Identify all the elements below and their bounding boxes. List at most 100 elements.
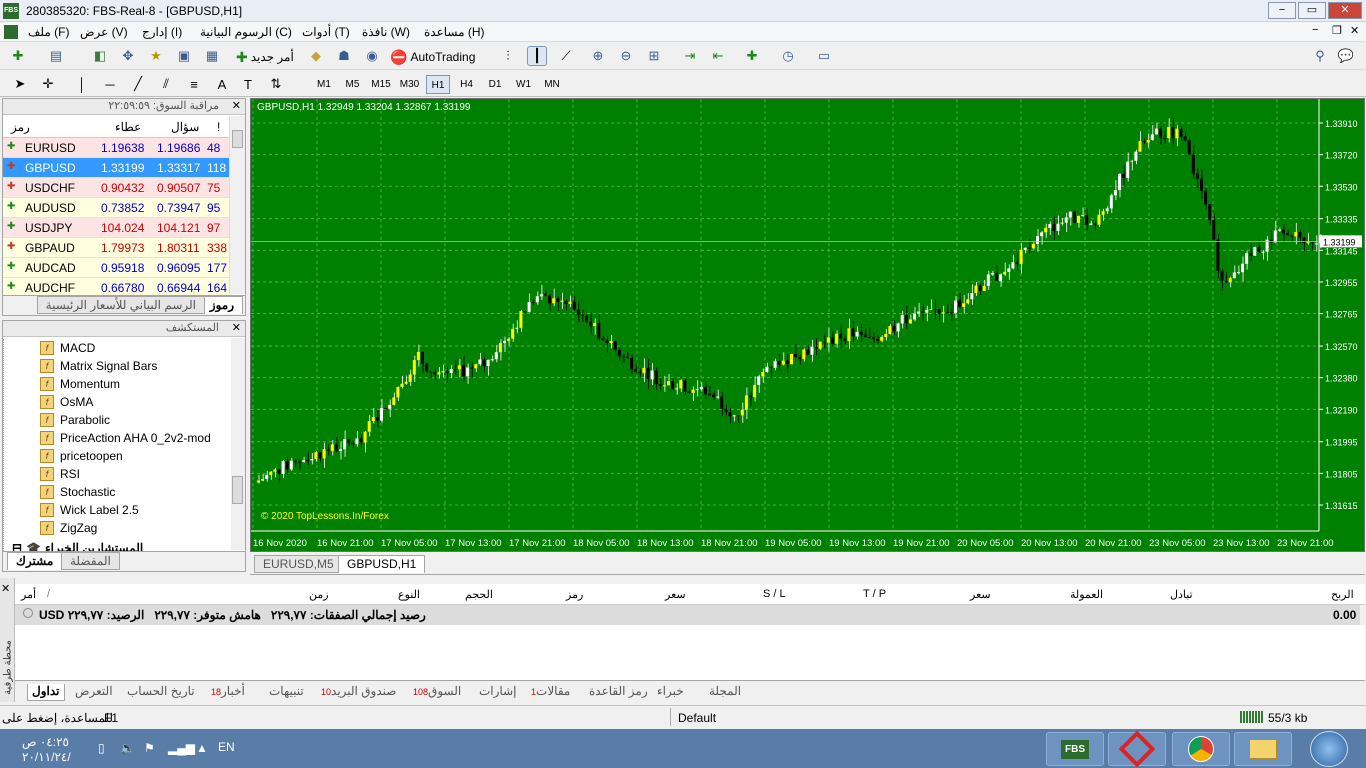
- col-price2[interactable]: سعر: [970, 588, 991, 601]
- terminal-tab[interactable]: إشارات: [475, 684, 520, 701]
- search-icon[interactable]: ⚲: [1310, 46, 1330, 66]
- menu-window[interactable]: نافذة (W): [362, 25, 410, 39]
- market-watch-row[interactable]: ✚ AUDUSD 0.73852 0.73947 95: [3, 198, 229, 218]
- zoom-out-icon[interactable]: ⊖: [616, 46, 636, 66]
- menu-view[interactable]: عرض (V): [80, 25, 128, 39]
- signals-icon[interactable]: ☗: [334, 46, 354, 66]
- profiles-icon[interactable]: ▤: [46, 46, 66, 66]
- navigator-experts-folder[interactable]: ⊟ 🎓 المستشارين الخبراء: [12, 539, 143, 551]
- battery-icon[interactable]: ▯: [98, 741, 105, 755]
- horizontal-line-icon[interactable]: ─: [100, 74, 120, 94]
- navigator-indicator-item[interactable]: f pricetoopen: [40, 447, 230, 465]
- templates-icon[interactable]: ▭: [814, 46, 834, 66]
- navigator-indicator-item[interactable]: f ZigZag: [40, 519, 230, 537]
- market-watch-row[interactable]: ✚ GBPAUD 1.79973 1.80311 338: [3, 238, 229, 258]
- terminal-tab[interactable]: تنبيهات: [265, 684, 308, 701]
- fbs-taskbar-button[interactable]: FBS: [1046, 732, 1104, 766]
- navigator-indicator-item[interactable]: f PriceAction AHA 0_2v2-mod: [40, 429, 230, 447]
- symbol-header[interactable]: رمز: [11, 120, 30, 134]
- menu-help[interactable]: مساعدة (H): [424, 25, 485, 39]
- spread-header[interactable]: !: [217, 120, 220, 134]
- fibonacci-icon[interactable]: ≡: [184, 74, 204, 94]
- col-price[interactable]: سعر: [665, 588, 686, 601]
- timeframe-m30[interactable]: M30: [398, 75, 422, 94]
- navigator-icon[interactable]: ★: [146, 46, 166, 66]
- vertical-line-icon[interactable]: │: [72, 74, 92, 94]
- language-indicator[interactable]: EN: [218, 740, 235, 754]
- ask-header[interactable]: سؤال: [171, 120, 199, 134]
- terminal-tab[interactable]: السوق108: [407, 684, 465, 701]
- col-type[interactable]: النوع: [398, 588, 420, 601]
- col-swap[interactable]: تبادل: [1170, 588, 1193, 601]
- menu-charts[interactable]: الرسوم البيانية (C): [200, 25, 292, 39]
- timeframe-w1[interactable]: W1: [512, 75, 536, 94]
- navigator-scrollbar[interactable]: [231, 338, 245, 550]
- market-watch-row[interactable]: ✚ EURUSD 1.19638 1.19686 48: [3, 138, 229, 158]
- collapse-icon[interactable]: ⊟: [12, 541, 22, 551]
- equidistant-channel-icon[interactable]: ⫽: [156, 74, 176, 94]
- navigator-indicator-item[interactable]: f OsMA: [40, 393, 230, 411]
- strategy-tester-icon[interactable]: ▦: [202, 46, 222, 66]
- col-profit[interactable]: الربح: [1331, 588, 1354, 601]
- data-window-icon[interactable]: ✥: [118, 46, 138, 66]
- marketplace-icon[interactable]: ◉: [362, 46, 382, 66]
- line-chart-icon[interactable]: ⟋: [556, 46, 576, 66]
- close-icon[interactable]: ✕: [232, 321, 241, 334]
- terminal-tab[interactable]: تداول: [27, 684, 65, 701]
- navigator-indicator-item[interactable]: f Stochastic: [40, 483, 230, 501]
- doc-close-icon[interactable]: ✕: [1350, 24, 1359, 37]
- terminal-tab[interactable]: أخبار18: [205, 684, 249, 701]
- menu-insert[interactable]: إدارج (I): [142, 25, 182, 39]
- doc-minimize-icon[interactable]: −: [1312, 24, 1318, 36]
- trendline-icon[interactable]: ╱: [128, 74, 148, 94]
- navigator-indicator-item[interactable]: f MACD: [40, 339, 230, 357]
- arrows-icon[interactable]: ⇅: [266, 74, 286, 94]
- col-sl[interactable]: S / L: [763, 588, 786, 600]
- tab-gbpusd-h1[interactable]: GBPUSD,H1: [338, 555, 426, 573]
- navigator-indicator-item[interactable]: f Wick Label 2.5: [40, 501, 230, 519]
- bid-header[interactable]: عطاء: [115, 120, 141, 134]
- chart-canvas[interactable]: 1.33910 1.33720 1.33530 1.33335 1.33145 1.329…: [251, 99, 1364, 551]
- timeframe-h1[interactable]: H1: [426, 75, 450, 94]
- col-tp[interactable]: T / P: [863, 588, 886, 600]
- navigator-indicator-item[interactable]: f Parabolic: [40, 411, 230, 429]
- navigator-indicator-item[interactable]: f Matrix Signal Bars: [40, 357, 230, 375]
- close-button[interactable]: ✕: [1328, 2, 1362, 19]
- start-button[interactable]: [1310, 731, 1348, 767]
- chrome-taskbar-button[interactable]: [1172, 732, 1230, 766]
- tab-tick-chart[interactable]: الرسم البياني للأسعار الرئيسية: [36, 296, 205, 314]
- market-watch-row[interactable]: ✚ AUDCAD 0.95918 0.96095 177: [3, 258, 229, 278]
- terminal-tab[interactable]: التعرض: [71, 684, 117, 701]
- market-watch-row[interactable]: ✚ USDJPY 104.024 104.121 97: [3, 218, 229, 238]
- menu-file[interactable]: ملف (F): [28, 25, 69, 39]
- navigator-indicator-item[interactable]: f Momentum: [40, 375, 230, 393]
- tab-common[interactable]: مشترك: [7, 552, 63, 570]
- close-icon[interactable]: ✕: [232, 99, 241, 112]
- market-watch-scrollbar[interactable]: [229, 116, 245, 294]
- terminal-tab[interactable]: تاريخ الحساب: [123, 684, 199, 701]
- label-icon[interactable]: T: [238, 74, 258, 94]
- tile-windows-icon[interactable]: ⊞: [644, 46, 664, 66]
- scroll-thumb[interactable]: [232, 130, 243, 148]
- auto-scroll-icon[interactable]: ⇥: [680, 46, 700, 66]
- market-watch-row[interactable]: ✚ GBPUSD 1.33199 1.33317 118: [3, 158, 229, 178]
- network-icon[interactable]: ▂▄▆: [168, 741, 195, 755]
- candlestick-icon[interactable]: ┃: [527, 46, 547, 66]
- tab-symbols[interactable]: رموز: [200, 296, 243, 314]
- chat-icon[interactable]: 💬: [1336, 46, 1356, 66]
- tab-favorites[interactable]: المفضلة: [61, 552, 120, 570]
- col-symbol[interactable]: رمز: [566, 588, 583, 601]
- timeframe-h4[interactable]: H4: [455, 75, 479, 94]
- crosshair-icon[interactable]: ✛: [38, 74, 58, 94]
- tray-expand-icon[interactable]: ▲: [196, 741, 208, 755]
- flag-icon[interactable]: ⚑: [144, 741, 155, 755]
- terminal-tab[interactable]: المجلة: [705, 684, 745, 701]
- autotrading-button[interactable]: ⛔ AutoTrading: [390, 47, 475, 67]
- timeframe-mn[interactable]: MN: [540, 75, 564, 94]
- indicators-icon[interactable]: ✚: [742, 46, 762, 66]
- scroll-thumb[interactable]: [232, 476, 243, 504]
- market-watch-icon[interactable]: ◧: [90, 46, 110, 66]
- tab-eurusd-m5[interactable]: EURUSD,M5: [254, 555, 343, 573]
- minimize-button[interactable]: −: [1268, 2, 1296, 19]
- market-watch-row[interactable]: ✚ USDCHF 0.90432 0.90507 75: [3, 178, 229, 198]
